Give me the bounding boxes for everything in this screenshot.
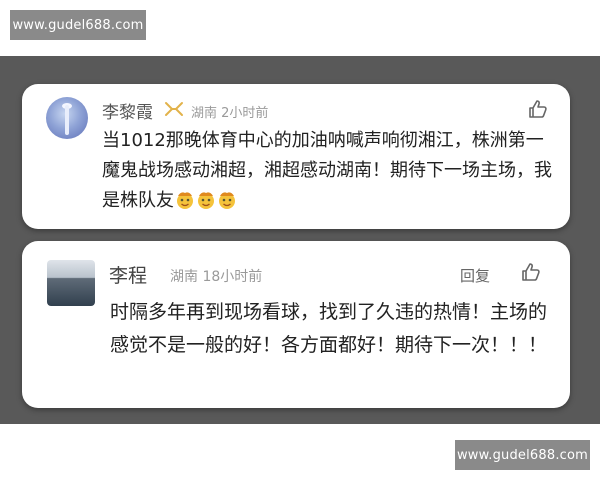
- comment-card: 李程 湖南 18小时前 回复 时隔多年再到现场看球，找到了久违的热情！主场的感觉…: [22, 241, 570, 408]
- avatar[interactable]: [46, 97, 88, 139]
- comment-card: 李黎霞 湖南 2小时前 当1012那晚体育中心的加油呐喊声响彻湘江，株洲第一魔鬼…: [22, 84, 570, 229]
- comment-location: 湖南: [191, 106, 218, 121]
- comment-author[interactable]: 李程: [109, 261, 147, 288]
- comment-text: 时隔多年再到现场看球，找到了久违的热情！主场的感觉不是一般的好！各方面都好！期待…: [110, 301, 548, 356]
- comment-time: 2小时前: [221, 106, 269, 121]
- comment-text: 当1012那晚体育中心的加油呐喊声响彻湘江，株洲第一魔鬼战场感动湘超，湘超感动湖…: [102, 126, 557, 216]
- comment-time: 18小时前: [202, 269, 263, 285]
- comment-meta: 湖南 18小时前: [170, 266, 262, 286]
- lion-face-emoji: [177, 192, 193, 209]
- lion-face-emoji: [219, 192, 235, 209]
- fan-badge-icon: [165, 102, 183, 116]
- thumbs-up-icon[interactable]: [521, 262, 541, 282]
- watermark-top: www.gudel688.com: [10, 10, 146, 40]
- comment-meta: 湖南 2小时前: [191, 102, 268, 121]
- comment-text-content: 当1012那晚体育中心的加油呐喊声响彻湘江，株洲第一魔鬼战场感动湘超，湘超感动湖…: [102, 130, 552, 211]
- lion-face-emoji: [198, 192, 214, 209]
- comment-location: 湖南: [170, 269, 198, 285]
- avatar[interactable]: [47, 260, 95, 306]
- watermark-bottom: www.gudel688.com: [455, 440, 590, 470]
- comment-author[interactable]: 李黎霞: [102, 98, 153, 123]
- reply-button[interactable]: 回复: [460, 265, 490, 286]
- thumbs-up-icon[interactable]: [528, 99, 548, 119]
